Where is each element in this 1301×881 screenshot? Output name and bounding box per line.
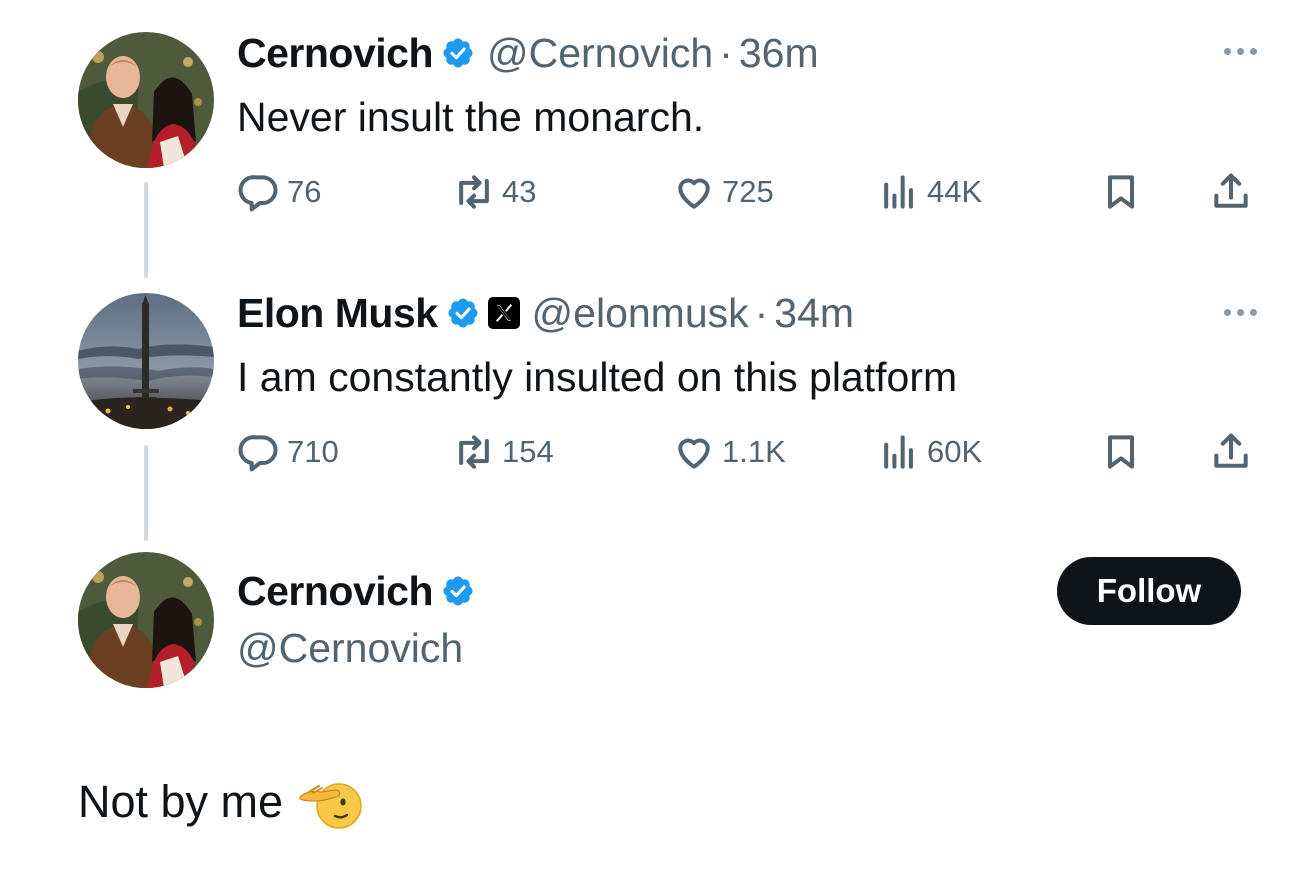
reply-icon bbox=[238, 435, 278, 472]
timestamp[interactable]: 36m bbox=[739, 30, 819, 77]
tweet-actions: 710 154 1.1K 60K bbox=[237, 427, 1267, 477]
bookmark-icon bbox=[1107, 435, 1135, 469]
thread-line bbox=[144, 182, 148, 278]
like-button[interactable]: 725 bbox=[672, 167, 774, 217]
repost-button[interactable]: 43 bbox=[452, 167, 536, 217]
display-name[interactable]: Elon Musk bbox=[237, 290, 438, 337]
user-handle[interactable]: @Cernovich bbox=[237, 625, 463, 672]
repost-count: 43 bbox=[502, 174, 537, 209]
more-icon[interactable] bbox=[1224, 48, 1257, 55]
like-count: 1.1K bbox=[722, 434, 786, 469]
repost-icon bbox=[459, 175, 489, 209]
repost-count: 154 bbox=[502, 434, 554, 469]
views-count: 44K bbox=[927, 174, 983, 209]
reply-body: Not by me bbox=[78, 766, 367, 838]
tweet-actions: 76 43 725 44K bbox=[237, 167, 1267, 217]
avatar[interactable] bbox=[78, 293, 214, 429]
views-icon bbox=[884, 175, 913, 209]
like-count: 725 bbox=[722, 174, 774, 209]
like-icon bbox=[678, 178, 710, 209]
more-icon[interactable] bbox=[1224, 309, 1257, 316]
reply-button[interactable]: 76 bbox=[237, 167, 321, 217]
like-button[interactable]: 1.1K bbox=[672, 427, 786, 477]
like-icon bbox=[678, 438, 710, 469]
reply-count: 76 bbox=[287, 174, 322, 209]
reply-icon bbox=[238, 175, 278, 212]
views-count: 60K bbox=[927, 434, 983, 469]
tweet-text: Never insult the monarch. bbox=[237, 94, 705, 140]
tweet-text: I am constantly insulted on this platfor… bbox=[237, 354, 958, 400]
display-name[interactable]: Cernovich bbox=[237, 30, 434, 77]
tweet-header: Cernovich @Cernovich · 36m bbox=[237, 27, 819, 79]
repost-icon bbox=[459, 435, 489, 469]
tweet-text: Not by me bbox=[78, 776, 284, 827]
verified-badge-icon bbox=[441, 36, 475, 70]
reply-button[interactable]: 710 bbox=[237, 427, 339, 477]
avatar[interactable] bbox=[78, 552, 214, 688]
views-button[interactable]: 44K bbox=[877, 167, 982, 217]
thread-line bbox=[144, 445, 148, 541]
share-icon bbox=[1214, 433, 1248, 468]
share-button[interactable] bbox=[1209, 427, 1253, 477]
tweet-header: Elon Musk @elonmusk · 34m bbox=[237, 287, 854, 339]
follow-button[interactable]: Follow bbox=[1057, 557, 1241, 625]
share-icon bbox=[1214, 173, 1248, 208]
user-handle[interactable]: @elonmusk bbox=[532, 290, 749, 337]
avatar[interactable] bbox=[78, 32, 214, 168]
timestamp[interactable]: 34m bbox=[774, 290, 854, 337]
user-handle[interactable]: @Cernovich bbox=[487, 30, 713, 77]
profile-name-row: Cernovich bbox=[237, 565, 475, 617]
x-affiliation-icon[interactable] bbox=[487, 297, 520, 329]
saluting-face-emoji-icon bbox=[299, 783, 362, 829]
verified-badge-icon bbox=[446, 296, 480, 330]
repost-button[interactable]: 154 bbox=[452, 427, 554, 477]
views-button[interactable]: 60K bbox=[877, 427, 982, 477]
bookmark-button[interactable] bbox=[1099, 427, 1143, 477]
reply-count: 710 bbox=[287, 434, 339, 469]
share-button[interactable] bbox=[1209, 167, 1253, 217]
bookmark-button[interactable] bbox=[1099, 167, 1143, 217]
display-name[interactable]: Cernovich bbox=[237, 568, 434, 615]
bookmark-icon bbox=[1107, 175, 1135, 209]
views-icon bbox=[884, 435, 913, 469]
separator-dot: · bbox=[719, 29, 733, 76]
separator-dot: · bbox=[754, 289, 769, 336]
verified-badge-icon bbox=[441, 574, 475, 608]
